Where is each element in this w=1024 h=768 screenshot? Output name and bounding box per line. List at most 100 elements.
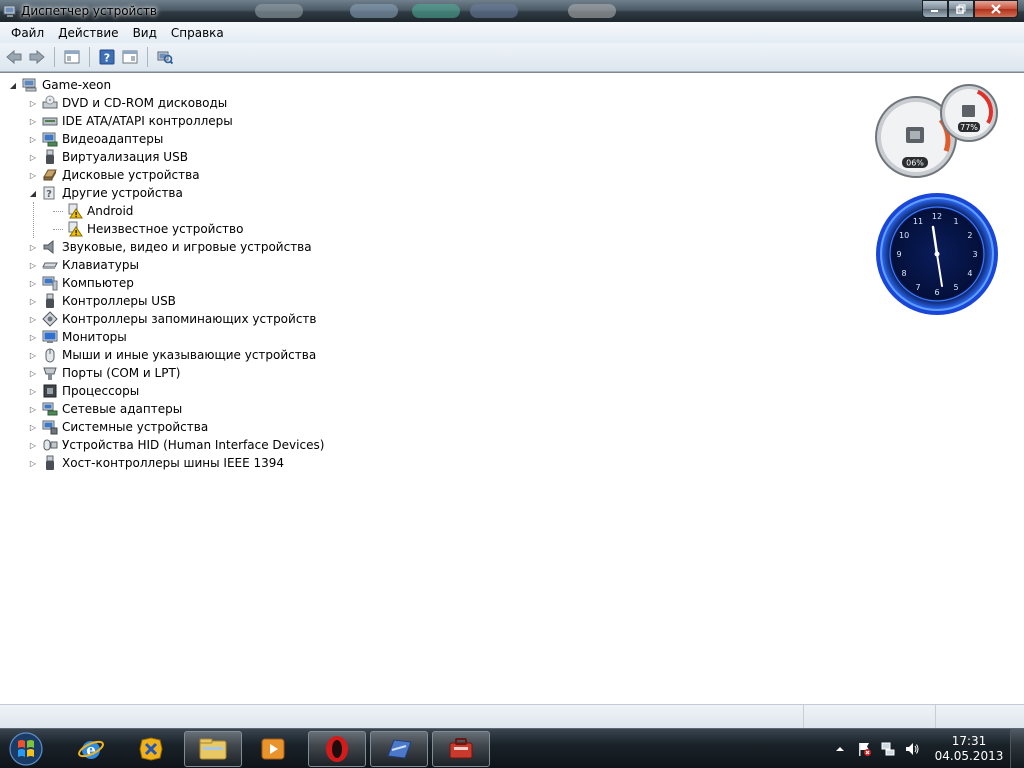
menu-action[interactable]: Действие	[51, 24, 125, 42]
clock-number: 12	[932, 212, 942, 221]
forward-button[interactable]	[27, 47, 47, 67]
processor-icon	[43, 384, 57, 398]
minimize-icon	[931, 10, 938, 12]
expand-arrow-icon[interactable]: ▷	[28, 436, 38, 454]
tree-item-label: Сетевые адаптеры	[62, 402, 183, 416]
tree-item-storage-controllers[interactable]: ▷ Контроллеры запоминающих устройств	[28, 310, 325, 328]
show-hide-console-tree-button[interactable]	[62, 47, 82, 67]
start-button-icon[interactable]	[6, 731, 46, 767]
expand-arrow-icon[interactable]: ▷	[28, 130, 38, 148]
ram-meter-value: 77%	[960, 123, 978, 132]
expand-arrow-icon[interactable]: ▷	[28, 256, 38, 274]
window-title: Диспетчер устройств	[21, 4, 158, 18]
port-icon	[43, 367, 57, 380]
expand-arrow-icon[interactable]: ▷	[28, 454, 38, 472]
action-center-tray-icon[interactable]	[855, 740, 873, 758]
collapse-arrow-icon[interactable]: ◢	[8, 76, 18, 94]
tree-item-usb-controllers[interactable]: ▷ Контроллеры USB	[28, 292, 325, 310]
tree-item-network-adapters[interactable]: ▷ Сетевые адаптеры	[28, 400, 325, 418]
expand-arrow-icon[interactable]: ▷	[28, 364, 38, 382]
tree-item-ieee1394[interactable]: ▷ Хост-контроллеры шины IEEE 1394	[28, 454, 325, 472]
taskbar-device-manager-button[interactable]	[432, 731, 490, 767]
menu-file[interactable]: Файл	[4, 24, 51, 42]
tree-item-android[interactable]: Android	[53, 202, 325, 220]
tree-item-system-devices[interactable]: ▷ Системные устройства	[28, 418, 325, 436]
tree-item-mice[interactable]: ▷ Мыши и иные указывающие устройства	[28, 346, 325, 364]
expand-arrow-icon[interactable]: ▷	[28, 238, 38, 256]
status-pane	[804, 705, 936, 728]
storage-controller-icon	[42, 311, 58, 327]
expand-arrow-icon[interactable]: ▷	[28, 418, 38, 436]
tree-item-label: Звуковые, видео и игровые устройства	[62, 240, 312, 254]
clock-number: 1	[953, 217, 958, 226]
show-desktop-button[interactable]	[1010, 729, 1024, 768]
toolbar: ?	[0, 43, 1024, 72]
chevron-up-icon	[836, 747, 844, 751]
menu-view[interactable]: Вид	[126, 24, 164, 42]
tree-item-label: Мониторы	[62, 330, 127, 344]
expand-arrow-icon[interactable]: ▷	[28, 328, 38, 346]
show-hidden-icons-button[interactable]	[831, 740, 849, 758]
device-tree[interactable]: ◢ Game-xeon ▷ DVD и CD-ROM дисководы ▷ I…	[8, 76, 325, 472]
tree-item-ports[interactable]: ▷ Порты (COM и LPT)	[28, 364, 325, 382]
menu-help[interactable]: Справка	[164, 24, 231, 42]
tree-item-label: Дисковые устройства	[62, 168, 200, 182]
scan-hardware-icon	[157, 51, 173, 65]
expand-arrow-icon[interactable]: ▷	[28, 94, 38, 112]
tree-item-processors[interactable]: ▷ Процессоры	[28, 382, 325, 400]
minimize-button[interactable]	[922, 0, 948, 18]
tree-item-dvd[interactable]: ▷ DVD и CD-ROM дисководы	[28, 94, 325, 112]
taskbar-opera-button[interactable]	[308, 731, 366, 767]
taskbar-explorer-button[interactable]	[184, 731, 242, 767]
keyboard-icon	[42, 262, 58, 269]
clock-gadget[interactable]: 12 12 3 45 6 78 9 10 11	[874, 191, 1000, 317]
tree-connector	[53, 228, 63, 230]
tree-item-hid[interactable]: ▷ Устройства HID (Human Interface Device…	[28, 436, 325, 454]
help-icon: ?	[99, 49, 115, 65]
title-bar[interactable]: Диспетчер устройств	[0, 0, 1024, 22]
network-tray-icon[interactable]	[879, 740, 897, 758]
expand-arrow-icon[interactable]: ▷	[28, 166, 38, 184]
tree-item-unknown-device[interactable]: Неизвестное устройство	[53, 220, 325, 238]
taskbar-app-button[interactable]	[370, 731, 428, 767]
tree-item-monitors[interactable]: ▷ Мониторы	[28, 328, 325, 346]
speaker-icon	[43, 239, 54, 255]
taskbar-ie-button[interactable]: e	[62, 731, 120, 767]
tree-item-other-devices[interactable]: ◢ ? Другие устройства	[28, 184, 325, 202]
properties-button[interactable]	[120, 47, 140, 67]
expand-arrow-icon[interactable]: ▷	[28, 274, 38, 292]
tree-item-sound[interactable]: ▷ Звуковые, видео и игровые устройства	[28, 238, 325, 256]
help-button[interactable]: ?	[97, 47, 117, 67]
scan-hardware-button[interactable]	[155, 47, 175, 67]
unknown-device-warning-icon	[68, 221, 83, 237]
collapse-arrow-icon[interactable]: ◢	[28, 184, 38, 202]
expand-arrow-icon[interactable]: ▷	[28, 382, 38, 400]
restore-button[interactable]	[948, 0, 974, 18]
tree-item-disk-drives[interactable]: ▷ Дисковые устройства	[28, 166, 325, 184]
taskbar-clock[interactable]: 17:31 04.05.2013	[932, 734, 1006, 764]
expand-arrow-icon[interactable]: ▷	[28, 148, 38, 166]
disk-drive-icon	[43, 169, 57, 181]
unknown-device-warning-icon	[68, 203, 83, 219]
back-button[interactable]	[4, 47, 24, 67]
tree-item-ide[interactable]: ▷ IDE ATA/ATAPI контроллеры	[28, 112, 325, 130]
device-tree-panel[interactable]: ◢ Game-xeon ▷ DVD и CD-ROM дисководы ▷ I…	[0, 72, 1024, 704]
expand-arrow-icon[interactable]: ▷	[28, 292, 38, 310]
taskbar-puzzle-app-button[interactable]	[122, 731, 180, 767]
tree-item-keyboards[interactable]: ▷ Клавиатуры	[28, 256, 325, 274]
tree-item-display-adapters[interactable]: ▷ Видеоадаптеры	[28, 130, 325, 148]
tree-item-computer[interactable]: ▷ Компьютер	[28, 274, 325, 292]
tree-item-usb-virtualization[interactable]: ▷ Виртуализация USB	[28, 148, 325, 166]
close-button[interactable]	[974, 0, 1018, 18]
expand-arrow-icon[interactable]: ▷	[28, 400, 38, 418]
expand-arrow-icon[interactable]: ▷	[28, 310, 38, 328]
clock-number: 10	[899, 231, 909, 240]
expand-arrow-icon[interactable]: ▷	[28, 112, 38, 130]
volume-tray-icon[interactable]	[903, 740, 921, 758]
tree-root[interactable]: ◢ Game-xeon	[8, 76, 325, 94]
cpu-meter-gadget[interactable]: 06% 77%	[872, 81, 1002, 181]
taskbar-media-player-button[interactable]	[244, 731, 302, 767]
device-manager-icon[interactable]	[3, 4, 17, 18]
expand-arrow-icon[interactable]: ▷	[28, 346, 38, 364]
arrow-right-icon	[29, 49, 45, 65]
